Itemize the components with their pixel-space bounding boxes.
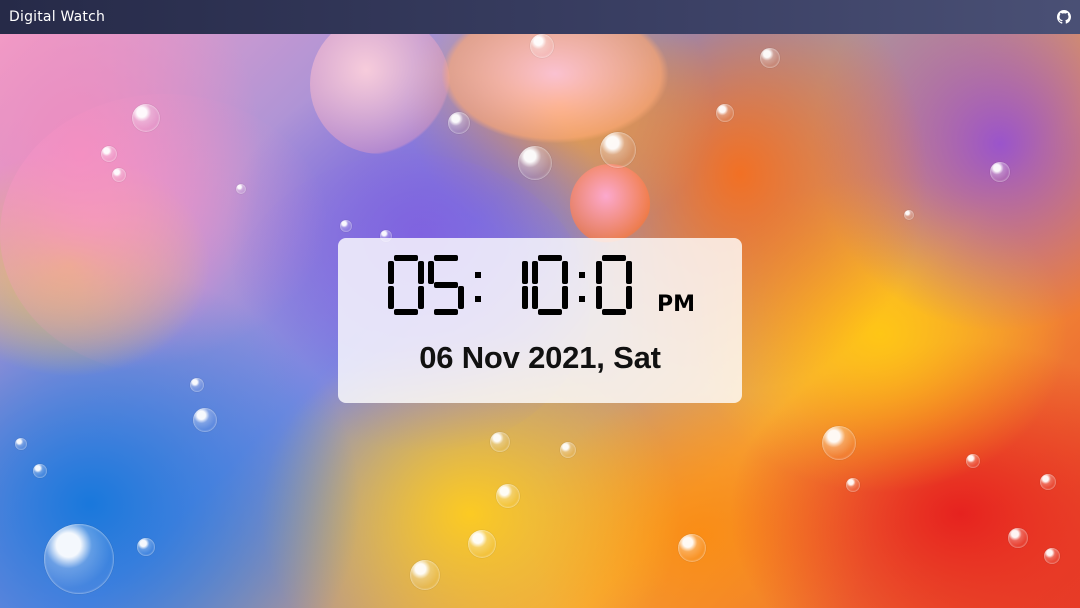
digit-segment [532, 261, 538, 284]
digit-segment [418, 261, 424, 284]
digit-segment [562, 261, 568, 284]
minutes-digit-1 [522, 261, 528, 309]
seven-segment-time [388, 255, 632, 315]
digit-segment [428, 261, 434, 284]
hours-digit-1 [388, 255, 424, 315]
digit-segment [522, 286, 528, 309]
github-icon[interactable] [1057, 10, 1071, 24]
minutes-digit-2 [532, 255, 568, 315]
seconds-digit-1 [596, 255, 632, 315]
digit-segment [532, 286, 538, 309]
date-label: 06 Nov 2021, Sat [419, 340, 661, 375]
digit-segment [458, 286, 464, 309]
digit-segment [538, 255, 562, 261]
app-title: Digital Watch [9, 9, 106, 25]
digit-segment [626, 261, 632, 284]
digit-segment [626, 286, 632, 309]
digit-segment [418, 286, 424, 309]
time-display: PM [338, 252, 742, 322]
digit-segment [434, 282, 458, 288]
top-bar: Digital Watch [0, 0, 1080, 34]
digit-segment [602, 255, 626, 261]
hours-digit-2 [428, 255, 464, 315]
digit-segment [602, 309, 626, 315]
time-colon [475, 272, 481, 302]
time-colon [579, 272, 585, 302]
digit-segment [596, 286, 602, 309]
digit-segment [434, 255, 458, 261]
clock-card: PM 06 Nov 2021, Sat [338, 238, 742, 403]
digit-segment [562, 286, 568, 309]
digit-segment [388, 286, 394, 309]
digit-segment [522, 261, 528, 284]
digit-segment [538, 309, 562, 315]
digit-segment [596, 261, 602, 284]
meridiem-label: PM [657, 292, 696, 317]
digit-segment [394, 255, 418, 261]
digit-segment [434, 309, 458, 315]
digit-segment [388, 261, 394, 284]
digit-segment [394, 309, 418, 315]
